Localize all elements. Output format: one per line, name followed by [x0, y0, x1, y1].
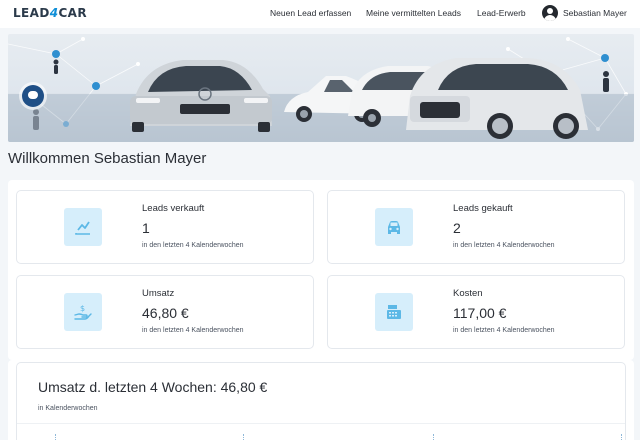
stat-value: 2: [453, 220, 461, 236]
chart-line-icon: [64, 208, 102, 246]
stat-note: in den letzten 4 Kalenderwochen: [142, 242, 244, 249]
user-avatar-icon[interactable]: [542, 5, 558, 21]
hero-banner: [8, 34, 634, 142]
stat-value: 117,00 €: [453, 305, 507, 321]
revenue-title: Umsatz d. letzten 4 Wochen: 46,80 €: [38, 379, 268, 395]
chart-gridline: [621, 434, 623, 440]
page-title: Willkommen Sebastian Mayer: [8, 150, 207, 167]
brand-logo[interactable]: LEAD4CAR: [13, 6, 87, 20]
revenue-subtitle: in Kalenderwochen: [38, 405, 98, 412]
cash-register-icon: [375, 293, 413, 331]
stat-label: Umsatz: [142, 288, 175, 299]
svg-text:$: $: [80, 304, 85, 313]
stat-note: in den letzten 4 Kalenderwochen: [453, 327, 555, 334]
stats-panel: Leads verkauft 1 in den letzten 4 Kalend…: [8, 180, 634, 360]
money-hand-icon: $: [64, 293, 102, 331]
revenue-card: Umsatz d. letzten 4 Wochen: 46,80 € in K…: [16, 362, 626, 440]
car-icon: [375, 208, 413, 246]
nav-link-lead-purchase[interactable]: Lead-Erwerb: [477, 8, 526, 18]
chart-gridline: [55, 434, 57, 440]
stat-value: 1: [142, 220, 150, 236]
stat-label: Leads gekauft: [453, 203, 513, 214]
top-navbar: LEAD4CAR Neuen Lead erfassen Meine vermi…: [0, 0, 640, 28]
stat-value: 46,80 €: [142, 305, 189, 321]
nav-link-new-lead[interactable]: Neuen Lead erfassen: [270, 8, 351, 18]
stat-card-revenue: $ Umsatz 46,80 € in den letzten 4 Kalend…: [16, 275, 314, 349]
chart-gridline: [433, 434, 435, 440]
chart-gridline: [243, 434, 245, 440]
stat-card-leads-sold: Leads verkauft 1 in den letzten 4 Kalend…: [16, 190, 314, 264]
hero-illustration: [8, 37, 634, 142]
nav-user-name[interactable]: Sebastian Mayer: [563, 8, 627, 18]
stat-card-costs: Kosten 117,00 € in den letzten 4 Kalende…: [327, 275, 625, 349]
stat-card-leads-bought: Leads gekauft 2 in den letzten 4 Kalende…: [327, 190, 625, 264]
nav-link-my-leads[interactable]: Meine vermittelten Leads: [366, 8, 461, 18]
stat-label: Kosten: [453, 288, 483, 299]
chat-bubble-icon[interactable]: [22, 85, 44, 107]
stat-label: Leads verkauft: [142, 203, 205, 214]
stat-note: in den letzten 4 Kalenderwochen: [142, 327, 244, 334]
stat-note: in den letzten 4 Kalenderwochen: [453, 242, 555, 249]
divider: [17, 423, 625, 424]
revenue-panel: Umsatz d. letzten 4 Wochen: 46,80 € in K…: [8, 360, 634, 440]
